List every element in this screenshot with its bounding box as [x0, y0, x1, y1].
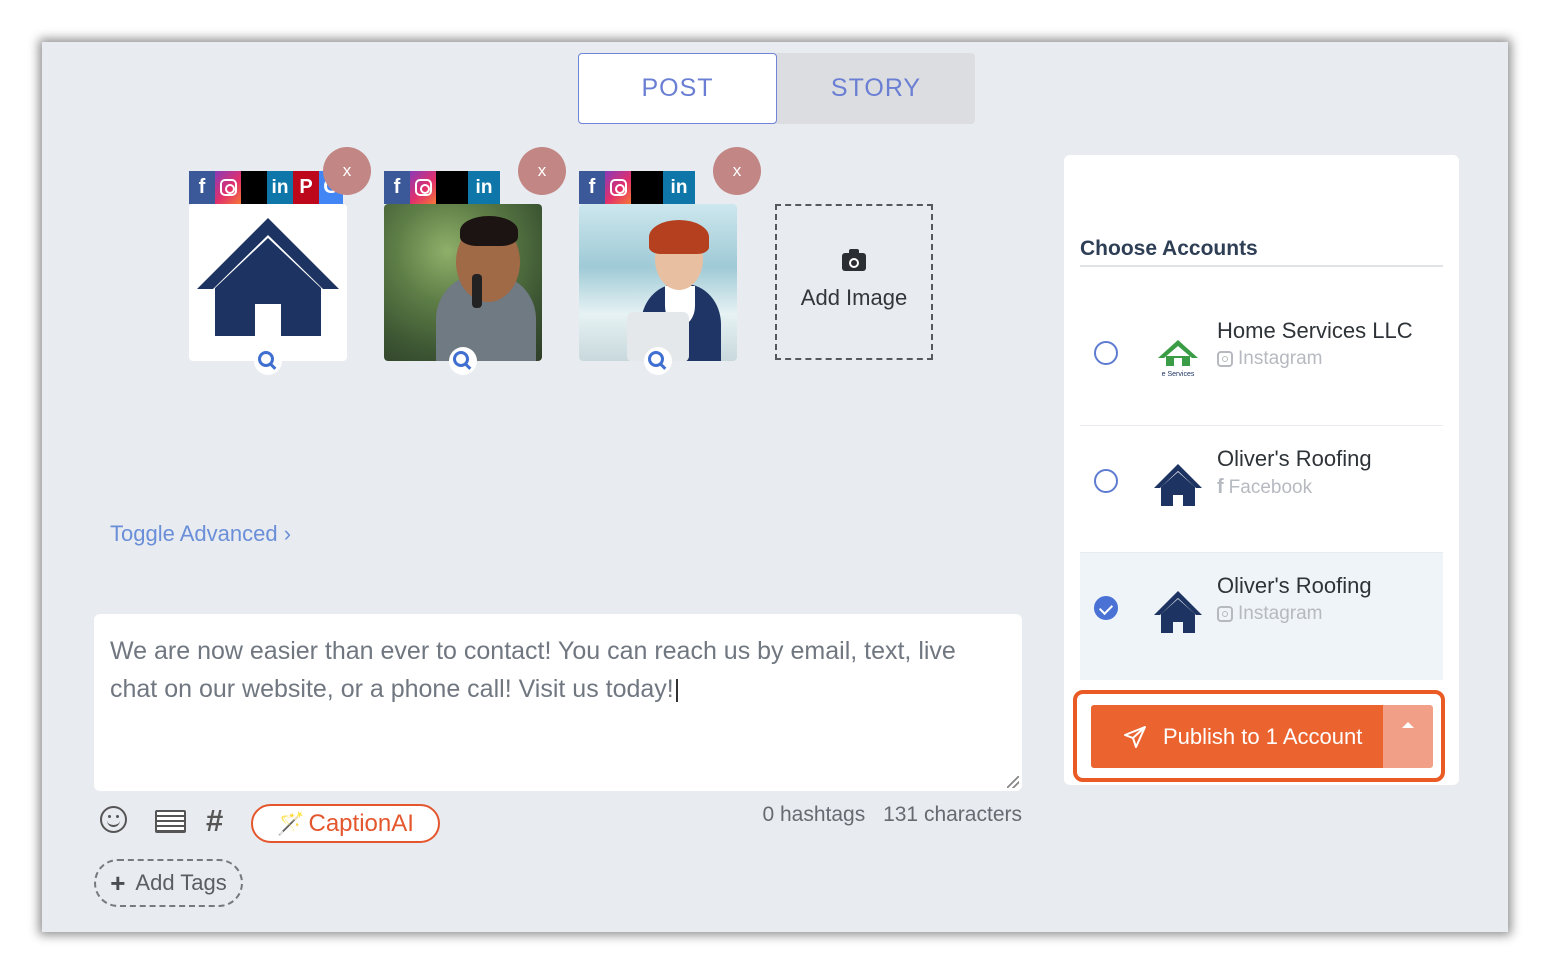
linkedin-icon: in — [468, 171, 500, 204]
instagram-icon — [1217, 606, 1233, 622]
character-count: 131 characters — [883, 803, 1022, 826]
facebook-icon: f — [189, 171, 215, 204]
add-image-label: Add Image — [800, 285, 908, 310]
caption-text: We are now easier than ever to contact! … — [110, 637, 956, 703]
x-icon — [436, 171, 468, 204]
account-network: Instagram — [1217, 603, 1322, 625]
publish-highlight: Publish to 1 Account — [1073, 690, 1445, 782]
linkedin-icon: in — [663, 171, 695, 204]
zoom-icon[interactable] — [644, 347, 672, 375]
camera-icon — [842, 249, 866, 271]
facebook-icon: f — [1217, 476, 1224, 498]
caption-textarea[interactable]: We are now easier than ever to contact! … — [94, 614, 1022, 791]
remove-media-button[interactable]: x — [323, 147, 371, 195]
media-thumbnail[interactable] — [579, 204, 737, 361]
add-image-button[interactable]: Add Image — [775, 204, 933, 360]
emoji-icon[interactable] — [100, 806, 127, 833]
instagram-icon — [1217, 351, 1233, 367]
x-icon — [631, 171, 663, 204]
instagram-icon — [605, 171, 631, 204]
tab-story[interactable]: STORY — [777, 53, 975, 124]
captionai-button[interactable]: 🪄 CaptionAI — [251, 804, 440, 843]
zoom-icon[interactable] — [254, 347, 282, 375]
divider — [1080, 265, 1443, 267]
account-radio-checked[interactable] — [1094, 596, 1118, 620]
network-strip: f in — [579, 171, 695, 204]
account-name: Home Services LLC — [1217, 318, 1413, 343]
captionai-label: CaptionAI — [308, 809, 414, 837]
man-on-phone-photo — [384, 204, 542, 361]
send-icon — [1124, 725, 1146, 748]
facebook-icon: f — [579, 171, 605, 204]
x-icon — [241, 171, 267, 204]
publish-options-caret[interactable] — [1383, 705, 1433, 768]
account-network: Instagram — [1217, 348, 1322, 370]
publish-button[interactable]: Publish to 1 Account — [1091, 705, 1383, 768]
linkedin-icon: in — [267, 171, 293, 204]
toggle-advanced-link[interactable]: Toggle Advanced › — [110, 521, 291, 547]
logo-lettering: e Services — [1162, 371, 1195, 378]
hashtag-icon[interactable]: # — [206, 803, 223, 839]
instagram-icon — [410, 171, 436, 204]
home-services-logo: e Services — [1152, 332, 1204, 384]
caption-counts: 0 hashtags 131 characters — [762, 803, 1022, 827]
template-icon[interactable] — [155, 810, 186, 833]
account-item[interactable]: Oliver's Roofing Instagram — [1080, 553, 1443, 680]
account-radio[interactable] — [1094, 341, 1118, 365]
resize-handle[interactable] — [1007, 776, 1019, 788]
facebook-icon: f — [384, 171, 410, 204]
account-name: Oliver's Roofing — [1217, 446, 1372, 471]
instagram-icon — [215, 171, 241, 204]
pinterest-icon: P — [293, 171, 319, 204]
tab-post[interactable]: POST — [578, 53, 777, 124]
remove-media-button[interactable]: x — [713, 147, 761, 195]
add-tags-label: Add Tags — [135, 870, 227, 895]
house-logo-icon — [1152, 460, 1204, 512]
account-radio[interactable] — [1094, 469, 1118, 493]
choose-accounts-heading: Choose Accounts — [1080, 237, 1258, 260]
network-strip: f in — [384, 171, 500, 204]
media-thumbnail[interactable] — [189, 204, 347, 361]
account-item[interactable]: e Services Home Services LLC Instagram — [1080, 298, 1443, 425]
remove-media-button[interactable]: x — [518, 147, 566, 195]
publish-label: Publish to 1 Account — [1163, 723, 1363, 749]
zoom-icon[interactable] — [449, 347, 477, 375]
house-logo-image — [197, 218, 339, 336]
media-thumbnail[interactable] — [384, 204, 542, 361]
hashtag-count: 0 hashtags — [762, 803, 866, 826]
account-network: f Facebook — [1217, 476, 1313, 498]
woman-with-headset-photo — [579, 204, 737, 361]
magic-wand-icon: 🪄 — [277, 810, 305, 836]
add-tags-button[interactable]: + Add Tags — [94, 859, 243, 907]
house-logo-icon — [1152, 587, 1204, 639]
network-strip: f in P G — [189, 171, 343, 204]
account-item[interactable]: Oliver's Roofing f Facebook — [1080, 426, 1443, 553]
post-type-tabs: POST STORY — [578, 53, 975, 124]
plus-icon: + — [110, 867, 126, 898]
account-name: Oliver's Roofing — [1217, 573, 1372, 598]
